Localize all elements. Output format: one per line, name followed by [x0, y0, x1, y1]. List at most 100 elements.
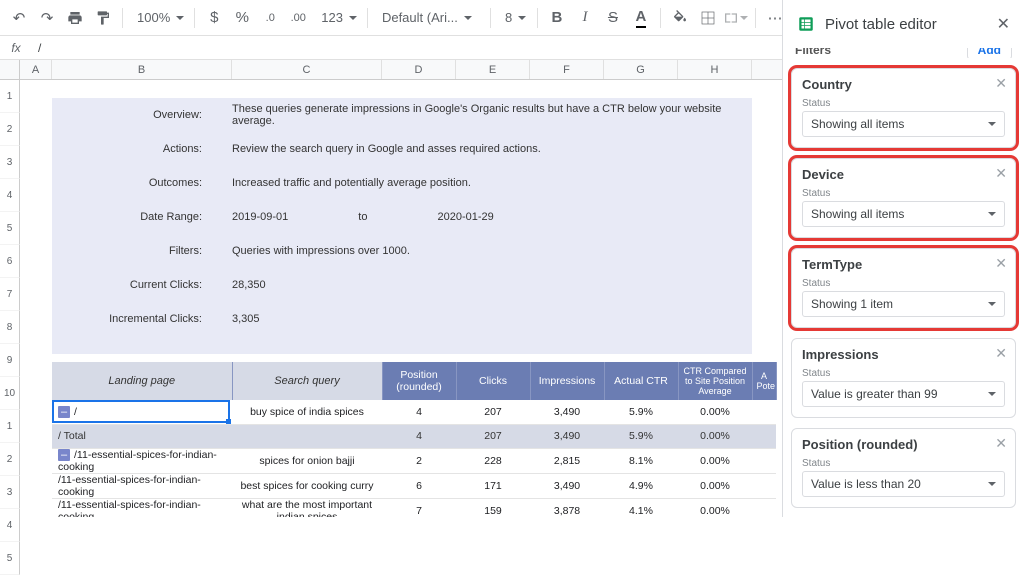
decrease-decimal-button[interactable]: .0 — [257, 5, 283, 31]
filter-status-label: Status — [802, 368, 1005, 379]
filter-value-dropdown[interactable]: Showing all items — [802, 201, 1005, 227]
row-numbers: 1234567891012345 — [0, 80, 20, 517]
table-row[interactable]: –/buy spice of india spices42073,4905.9%… — [52, 400, 776, 424]
cell-query: what are the most important indian spice… — [232, 499, 382, 518]
col-f[interactable]: F — [530, 60, 604, 79]
cell-impr: 3,490 — [530, 424, 604, 448]
borders-button[interactable] — [695, 5, 721, 31]
row-number[interactable]: 5 — [0, 542, 20, 575]
row-number[interactable]: 2 — [0, 443, 20, 476]
th-pot[interactable]: A Pote — [752, 362, 776, 400]
row-number[interactable]: 6 — [0, 245, 20, 278]
row-number[interactable]: 8 — [0, 311, 20, 344]
row-number[interactable]: 4 — [0, 179, 20, 212]
strike-button[interactable]: S — [600, 5, 626, 31]
fontsize-dropdown[interactable]: 8 — [497, 5, 531, 31]
landing-cell: /11-essential-spices-for-indian-cooking — [58, 474, 201, 498]
row-number[interactable]: 1 — [0, 410, 20, 443]
th-pos[interactable]: Position (rounded) — [382, 362, 456, 400]
print-button[interactable] — [62, 5, 88, 31]
text-color-button[interactable]: A — [628, 5, 654, 31]
row-number[interactable]: 3 — [0, 146, 20, 179]
undo-button[interactable]: ↶ — [6, 5, 32, 31]
filter-title: Country — [802, 77, 1005, 92]
table-row[interactable]: /11-essential-spices-for-indian-cookingw… — [52, 499, 776, 518]
collapse-toggle[interactable]: – — [58, 406, 70, 418]
number-format-value: 123 — [321, 10, 343, 25]
cell-pos: 4 — [382, 424, 456, 448]
number-format-dropdown[interactable]: 123 — [313, 5, 361, 31]
col-c[interactable]: C — [232, 60, 382, 79]
th-comp[interactable]: CTR Compared to Site Position Average — [678, 362, 752, 400]
currency-button[interactable]: $ — [201, 5, 227, 31]
row-number[interactable]: 7 — [0, 278, 20, 311]
row-number[interactable]: 5 — [0, 212, 20, 245]
select-all-cell[interactable] — [0, 60, 20, 79]
fontsize-value: 8 — [505, 10, 512, 25]
row-number[interactable]: 4 — [0, 509, 20, 542]
col-e[interactable]: E — [456, 60, 530, 79]
merge-button[interactable] — [723, 5, 749, 31]
landing-cell: / Total — [58, 430, 86, 442]
spreadsheet-grid: 1234567891012345 Overview:These queries … — [0, 80, 782, 517]
cell-clicks: 159 — [456, 499, 530, 518]
filter-value: Value is greater than 99 — [811, 387, 938, 401]
font-dropdown[interactable]: Default (Ari... — [374, 5, 484, 31]
row-number[interactable]: 10 — [0, 377, 20, 410]
redo-button[interactable]: ↷ — [34, 5, 60, 31]
cell-pot — [752, 474, 776, 499]
row-number[interactable]: 3 — [0, 476, 20, 509]
row-number[interactable]: 1 — [0, 80, 20, 113]
cell-query: buy spice of india spices — [232, 400, 382, 424]
cell-impr: 3,490 — [530, 400, 604, 424]
panel-close-button[interactable]: ✕ — [997, 14, 1010, 34]
col-g[interactable]: G — [604, 60, 678, 79]
font-value: Default (Ari... — [382, 10, 458, 25]
cell-pos: 6 — [382, 474, 456, 499]
zoom-dropdown[interactable]: 100% — [129, 5, 188, 31]
bold-button[interactable]: B — [544, 5, 570, 31]
cell-clicks: 228 — [456, 448, 530, 474]
zoom-value: 100% — [137, 10, 170, 25]
filter-value-dropdown[interactable]: Value is less than 20 — [802, 471, 1005, 497]
row-number[interactable]: 9 — [0, 344, 20, 377]
filter-title: Device — [802, 167, 1005, 182]
increase-decimal-button[interactable]: .00 — [285, 5, 311, 31]
th-clicks[interactable]: Clicks — [456, 362, 530, 400]
col-h[interactable]: H — [678, 60, 752, 79]
th-impr[interactable]: Impressions — [530, 362, 604, 400]
add-filter-button[interactable]: Add — [967, 48, 1012, 58]
col-d[interactable]: D — [382, 60, 456, 79]
percent-button[interactable]: % — [229, 5, 255, 31]
filter-status-label: Status — [802, 98, 1005, 109]
table-row[interactable]: / Total42073,4905.9%0.00% — [52, 424, 776, 448]
collapse-toggle[interactable]: – — [58, 449, 70, 461]
sheet-surface[interactable]: Overview:These queries generate impressi… — [20, 80, 782, 517]
cell-comp: 0.00% — [678, 474, 752, 499]
panel-header: Pivot table editor ✕ — [783, 0, 1024, 48]
th-ctr[interactable]: Actual CTR — [604, 362, 678, 400]
table-row[interactable]: –/11-essential-spices-for-indian-cooking… — [52, 448, 776, 474]
filter-card: Device✕StatusShowing all items — [791, 158, 1016, 238]
row-number[interactable]: 2 — [0, 113, 20, 146]
remove-filter-button[interactable]: ✕ — [995, 255, 1007, 272]
remove-filter-button[interactable]: ✕ — [995, 165, 1007, 182]
landing-cell: / — [74, 406, 77, 418]
th-landing[interactable]: Landing page — [52, 362, 232, 400]
filter-value-dropdown[interactable]: Showing all items — [802, 111, 1005, 137]
remove-filter-button[interactable]: ✕ — [995, 345, 1007, 362]
cell-impr: 2,815 — [530, 448, 604, 474]
cell-comp: 0.00% — [678, 448, 752, 474]
col-b[interactable]: B — [52, 60, 232, 79]
fill-color-button[interactable] — [667, 5, 693, 31]
remove-filter-button[interactable]: ✕ — [995, 435, 1007, 452]
col-a[interactable]: A — [20, 60, 52, 79]
filter-title: TermType — [802, 257, 1005, 272]
paint-format-button[interactable] — [90, 5, 116, 31]
th-query[interactable]: Search query — [232, 362, 382, 400]
italic-button[interactable]: I — [572, 5, 598, 31]
table-row[interactable]: /11-essential-spices-for-indian-cookingb… — [52, 474, 776, 499]
filter-value-dropdown[interactable]: Value is greater than 99 — [802, 381, 1005, 407]
filter-value-dropdown[interactable]: Showing 1 item — [802, 291, 1005, 317]
remove-filter-button[interactable]: ✕ — [995, 75, 1007, 92]
